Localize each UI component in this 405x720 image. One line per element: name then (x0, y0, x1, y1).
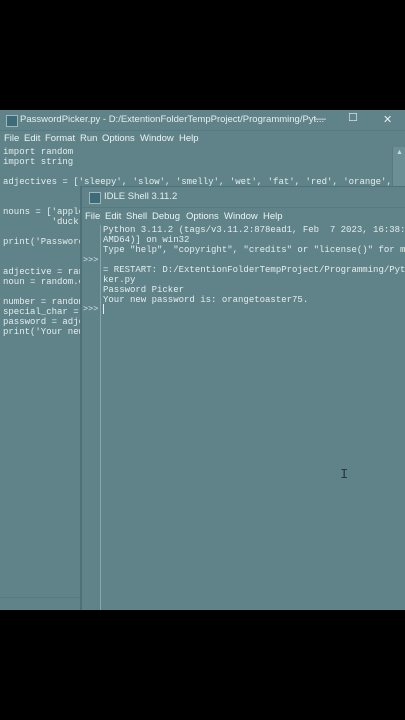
close-icon[interactable]: ✕ (383, 113, 392, 126)
shell-line: = RESTART: D:/ExtentionFolderTempProject… (103, 265, 405, 275)
menu-options[interactable]: Options (102, 133, 135, 144)
shell-prompt: >>> (83, 304, 99, 314)
shell-line: AMD64)] on win32 (103, 235, 190, 245)
shell-line: Your new password is: orangetoaster75. (103, 295, 309, 305)
ibeam-cursor-icon: I (340, 467, 349, 483)
shell-menu-options[interactable]: Options (186, 211, 219, 222)
editor-titlebar[interactable]: PasswordPicker.py - D:/ExtentionFolderTe… (0, 110, 405, 131)
shell-menu-edit[interactable]: Edit (105, 211, 121, 222)
screen-frame: PasswordPicker.py - D:/ExtentionFolderTe… (0, 110, 405, 610)
scroll-up-icon[interactable]: ▲ (396, 149, 403, 156)
shell-menu-file[interactable]: File (85, 211, 100, 222)
text-cursor (103, 304, 104, 314)
minimize-icon[interactable]: — (315, 113, 326, 125)
idle-icon (89, 192, 101, 204)
menu-file[interactable]: File (4, 133, 19, 144)
shell-line: Type "help", "copyright", "credits" or "… (103, 245, 405, 255)
menu-run[interactable]: Run (80, 133, 97, 144)
shell-menu-window[interactable]: Window (224, 211, 258, 222)
maximize-icon[interactable]: ☐ (348, 111, 358, 124)
shell-line: ker.py (103, 275, 136, 285)
shell-menu-help[interactable]: Help (263, 211, 283, 222)
shell-prompt-gutter: >>> >>> (82, 225, 101, 610)
shell-output[interactable]: Python 3.11.2 (tags/v3.11.2:878ead1, Feb… (103, 225, 405, 305)
menu-window[interactable]: Window (140, 133, 174, 144)
editor-menubar: File Edit Format Run Options Window Help (0, 132, 405, 148)
shell-menu-shell[interactable]: Shell (126, 211, 147, 222)
shell-menubar: File Edit Shell Debug Options Window Hel… (82, 210, 405, 226)
python-file-icon (6, 115, 18, 127)
menu-format[interactable]: Format (45, 133, 75, 144)
code-line: import string (3, 157, 74, 167)
shell-titlebar[interactable]: IDLE Shell 3.11.2 (82, 187, 405, 208)
code-line: import random (3, 147, 74, 157)
shell-prompt: >>> (83, 255, 99, 265)
shell-title: IDLE Shell 3.11.2 (104, 191, 178, 202)
shell-line: Password Picker (103, 285, 185, 295)
menu-help[interactable]: Help (179, 133, 199, 144)
editor-title: PasswordPicker.py - D:/ExtentionFolderTe… (20, 114, 325, 125)
menu-edit[interactable]: Edit (24, 133, 40, 144)
shell-window: IDLE Shell 3.11.2 File Edit Shell Debug … (80, 186, 405, 610)
shell-line: Python 3.11.2 (tags/v3.11.2:878ead1, Feb… (103, 225, 405, 235)
editor-bottom-edge (0, 597, 80, 610)
shell-menu-debug[interactable]: Debug (152, 211, 180, 222)
